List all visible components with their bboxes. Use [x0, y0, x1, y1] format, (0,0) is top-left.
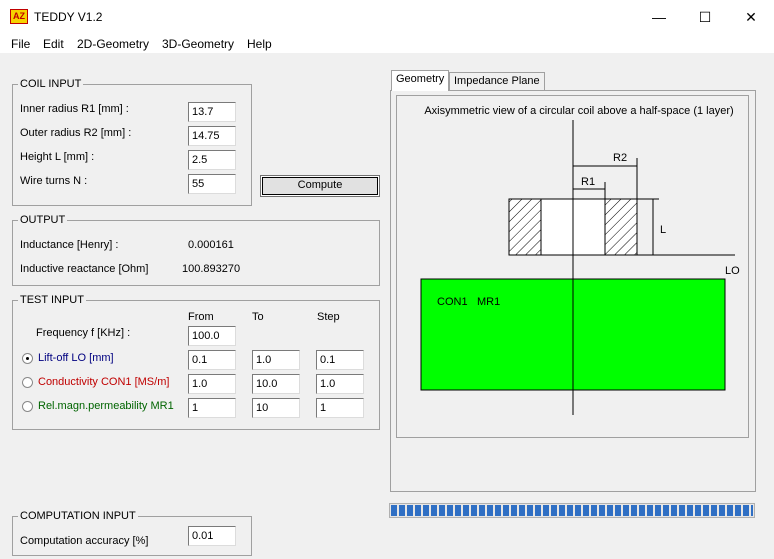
wire-turns-input[interactable] [188, 174, 236, 194]
menu-2d-geometry[interactable]: 2D-Geometry [77, 37, 149, 51]
con1-label: CON1 [437, 296, 468, 308]
permeability-radio[interactable] [22, 401, 33, 412]
inner-radius-label: Inner radius R1 [mm] : [20, 103, 129, 115]
maximize-button[interactable]: ☐ [682, 0, 728, 34]
conductivity-step-input[interactable] [316, 374, 364, 394]
r2-label: R2 [613, 152, 627, 164]
geometry-view: Axisymmetric view of a circular coil abo… [396, 95, 749, 438]
liftoff-label: Lift-off LO [mm] [38, 352, 114, 364]
outer-radius-input[interactable] [188, 126, 236, 146]
tab-geometry[interactable]: Geometry [391, 70, 450, 91]
menu-edit[interactable]: Edit [43, 37, 64, 51]
permeability-to-input[interactable] [252, 398, 300, 418]
conductivity-from-input[interactable] [188, 374, 236, 394]
col-to-header: To [252, 311, 264, 323]
r1-label: R1 [581, 176, 595, 188]
close-button[interactable]: ✕ [728, 0, 774, 34]
col-step-header: Step [317, 311, 340, 323]
coil-winding-right [604, 198, 638, 256]
inductance-value: 0.000161 [188, 239, 234, 251]
title-bar: AZ TEDDY V1.2 — ☐ ✕ [0, 0, 774, 34]
height-label: Height L [mm] : [20, 151, 95, 163]
accuracy-label: Computation accuracy [%] [20, 535, 149, 547]
reactance-value: 100.893270 [182, 263, 241, 275]
test-input-title: TEST INPUT [18, 294, 86, 306]
window-title: TEDDY V1.2 [34, 10, 103, 24]
permeability-step-input[interactable] [316, 398, 364, 418]
lo-label: LO [725, 265, 740, 277]
output-title: OUTPUT [18, 214, 68, 226]
mr1-label: MR1 [477, 296, 500, 308]
wire-turns-label: Wire turns N : [20, 175, 88, 187]
permeability-from-input[interactable] [188, 398, 236, 418]
menu-bar: File Edit 2D-Geometry 3D-Geometry Help [0, 34, 774, 54]
progress-bar [389, 503, 755, 518]
menu-help[interactable]: Help [247, 37, 272, 51]
accuracy-input[interactable] [188, 526, 236, 546]
frequency-input[interactable] [188, 326, 236, 346]
conductivity-to-input[interactable] [252, 374, 300, 394]
computation-input-title: COMPUTATION INPUT [18, 510, 138, 522]
outer-radius-label: Outer radius R2 [mm] : [20, 127, 132, 139]
liftoff-radio[interactable] [22, 353, 33, 364]
minimize-button[interactable]: — [636, 0, 682, 34]
inductance-label: Inductance [Henry] : [20, 239, 119, 251]
coil-input-title: COIL INPUT [18, 78, 84, 90]
permeability-label: Rel.magn.permeability MR1 [38, 400, 174, 412]
liftoff-step-input[interactable] [316, 350, 364, 370]
tab-impedance-plane[interactable]: Impedance Plane [449, 72, 545, 90]
menu-file[interactable]: File [11, 37, 30, 51]
conductivity-label: Conductivity CON1 [MS/m] [38, 376, 170, 388]
l-label: L [660, 224, 666, 236]
coil-winding-left [508, 198, 542, 256]
inner-radius-input[interactable] [188, 102, 236, 122]
geometry-drawing: Axisymmetric view of a circular coil abo… [420, 105, 740, 415]
compute-button[interactable]: Compute [260, 175, 380, 197]
height-input[interactable] [188, 150, 236, 170]
geometry-caption: Axisymmetric view of a circular coil abo… [424, 105, 733, 117]
frequency-label: Frequency f [KHz] : [36, 327, 131, 339]
reactance-label: Inductive reactance [Ohm] [20, 263, 149, 275]
output-group [12, 220, 380, 286]
liftoff-to-input[interactable] [252, 350, 300, 370]
menu-3d-geometry[interactable]: 3D-Geometry [162, 37, 234, 51]
liftoff-from-input[interactable] [188, 350, 236, 370]
col-from-header: From [188, 311, 214, 323]
app-icon: AZ [10, 9, 28, 24]
progress-fill [391, 505, 753, 516]
conductivity-radio[interactable] [22, 377, 33, 388]
